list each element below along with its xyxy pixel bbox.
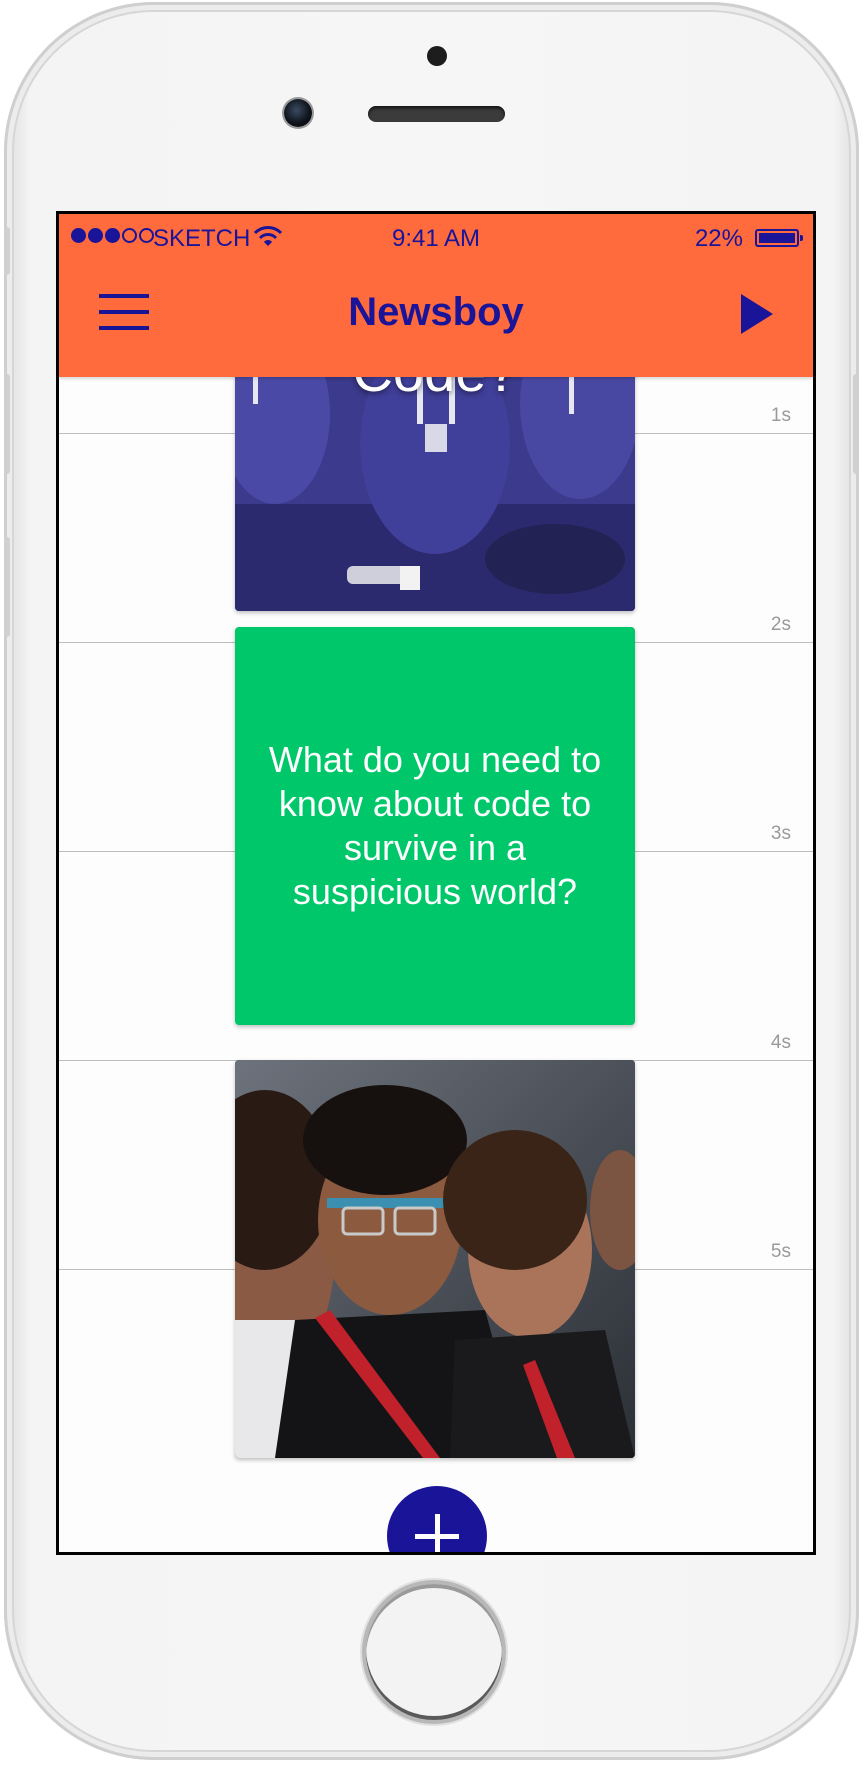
battery-fill: [759, 233, 795, 243]
mute-switch: [4, 227, 10, 275]
timeline-label: 4s: [770, 1032, 791, 1053]
timeline-label: 2s: [770, 614, 791, 635]
volume-up-button: [4, 374, 10, 474]
timeline-label: 3s: [770, 823, 791, 844]
power-button: [853, 374, 859, 474]
app-header: SKETCH 9:41 AM 22% Newsboy: [59, 214, 813, 377]
status-bar: SKETCH 9:41 AM 22%: [59, 214, 813, 260]
text-card[interactable]: What do you need to know about code to s…: [235, 627, 635, 1025]
phone-frame: 1s 2s 3s 4s 5s What do you need to know …: [4, 2, 859, 1760]
proximity-sensor: [427, 46, 447, 66]
timeline-label: 1s: [770, 405, 791, 426]
app-screen: 1s 2s 3s 4s 5s What do you need to know …: [59, 214, 813, 1552]
volume-down-button: [4, 537, 10, 637]
timeline[interactable]: 1s 2s 3s 4s 5s What do you need to know …: [59, 214, 813, 1552]
earpiece-speaker: [368, 106, 505, 122]
app-title: Newsboy: [348, 290, 524, 334]
play-icon[interactable]: [739, 292, 775, 336]
card-text: What do you need to know about code to s…: [268, 739, 602, 912]
nav-bar: Newsboy: [59, 260, 813, 377]
front-camera: [284, 99, 312, 127]
home-button[interactable]: [366, 1584, 502, 1720]
battery-percent: 22%: [694, 225, 743, 252]
battery-nub: [800, 235, 803, 241]
battery-icon: [755, 229, 803, 247]
timeline-label: 5s: [770, 1241, 791, 1262]
audience-glass-photo-image: [235, 1060, 635, 1458]
screen: 1s 2s 3s 4s 5s What do you need to know …: [56, 211, 816, 1555]
image-card-audience[interactable]: [235, 1060, 635, 1458]
